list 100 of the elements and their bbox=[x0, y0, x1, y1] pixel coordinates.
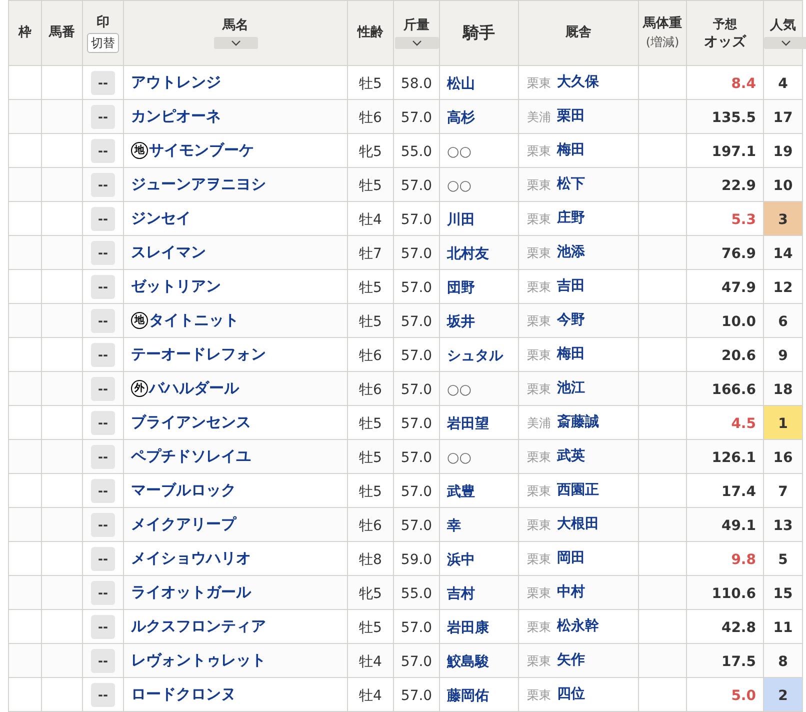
weight-carried: 57.0 bbox=[400, 314, 432, 330]
sex-age: 牡5 bbox=[359, 620, 382, 636]
odds: 166.6 bbox=[712, 382, 756, 398]
weight-carried: 57.0 bbox=[400, 212, 432, 228]
sex-age: 牡5 bbox=[359, 280, 382, 296]
jockey-link[interactable]: 幸 bbox=[447, 518, 461, 534]
trainer-link[interactable]: 栗田 bbox=[557, 106, 585, 127]
trainer-link[interactable]: 岡田 bbox=[557, 548, 585, 569]
trainer-link[interactable]: 梅田 bbox=[557, 140, 585, 161]
header-label: 予想 bbox=[713, 16, 737, 33]
mark-button[interactable]: -- bbox=[91, 172, 115, 196]
toggle-button[interactable]: 切替 bbox=[87, 32, 119, 52]
mark-button[interactable]: -- bbox=[91, 274, 115, 298]
odds: 17.4 bbox=[721, 484, 756, 500]
horse-name-link[interactable]: ジンセイ bbox=[131, 207, 191, 230]
trainer-link[interactable]: 今野 bbox=[557, 310, 585, 331]
odds: 76.9 bbox=[721, 246, 756, 262]
chevron-down-icon bbox=[412, 40, 422, 46]
odds: 4.5 bbox=[731, 416, 756, 432]
sex-age: 牡5 bbox=[359, 416, 382, 432]
sex-age: 牡8 bbox=[359, 552, 382, 568]
origin-badge: 地 bbox=[131, 312, 148, 329]
sex-age: 牡4 bbox=[359, 212, 382, 228]
stable-region: 栗東 bbox=[527, 618, 551, 636]
header-sublabel: (増減) bbox=[646, 34, 680, 51]
sex-age: 牡5 bbox=[359, 484, 382, 500]
trainer-link[interactable]: 矢作 bbox=[557, 650, 585, 671]
weight-carried: 57.0 bbox=[400, 178, 432, 194]
mark-button[interactable]: -- bbox=[91, 308, 115, 332]
mark-button[interactable]: -- bbox=[91, 444, 115, 468]
odds: 5.0 bbox=[731, 688, 756, 704]
popularity-rank: 1 bbox=[778, 416, 788, 432]
jockey-name: ○○ bbox=[447, 144, 472, 160]
stable-region: 栗東 bbox=[527, 346, 551, 364]
jockey-name: ○○ bbox=[447, 450, 472, 466]
stable-region: 美浦 bbox=[527, 414, 551, 432]
popularity-rank: 19 bbox=[773, 144, 793, 160]
header-label: 馬体重 bbox=[643, 15, 682, 33]
weight-carried: 57.0 bbox=[400, 450, 432, 466]
trainer-link[interactable]: 池添 bbox=[557, 242, 585, 263]
odds: 17.5 bbox=[721, 654, 756, 670]
jockey-link[interactable]: 浜中 bbox=[447, 552, 475, 568]
mark-button[interactable]: -- bbox=[91, 648, 115, 672]
jockey-link[interactable]: 川田 bbox=[447, 212, 475, 228]
trainer-link[interactable]: 吉田 bbox=[557, 276, 585, 297]
stable-region: 美浦 bbox=[527, 108, 551, 126]
weight-carried: 57.0 bbox=[400, 348, 432, 364]
odds: 20.6 bbox=[721, 348, 756, 364]
mark-button[interactable]: -- bbox=[91, 478, 115, 502]
stable-region: 栗東 bbox=[527, 652, 551, 670]
trainer-link[interactable]: 松下 bbox=[557, 174, 585, 195]
header-label: 騎手 bbox=[463, 24, 495, 42]
jockey-link[interactable]: 武豊 bbox=[447, 484, 475, 500]
header-label: 人気 bbox=[770, 17, 796, 35]
jockey-link[interactable]: 団野 bbox=[447, 280, 475, 296]
mark-button[interactable]: -- bbox=[91, 512, 115, 536]
mark-button[interactable]: -- bbox=[91, 104, 115, 128]
weight-carried: 57.0 bbox=[400, 518, 432, 534]
mark-button[interactable]: -- bbox=[91, 206, 115, 230]
trainer-link[interactable]: 武英 bbox=[557, 446, 585, 467]
trainer-link[interactable]: 中村 bbox=[557, 582, 585, 603]
mark-button[interactable]: -- bbox=[91, 410, 115, 434]
mark-button[interactable]: -- bbox=[91, 546, 115, 570]
jockey-link[interactable]: 吉村 bbox=[447, 586, 475, 602]
sort-button[interactable] bbox=[214, 37, 258, 49]
sex-age: 牡4 bbox=[359, 688, 382, 704]
sort-button[interactable] bbox=[764, 37, 806, 49]
trainer-link[interactable]: 池江 bbox=[557, 378, 585, 399]
trainer-link[interactable]: 四位 bbox=[557, 684, 585, 705]
jockey-link[interactable]: 坂井 bbox=[447, 314, 475, 330]
mark-button[interactable]: -- bbox=[91, 580, 115, 604]
stable-region: 栗東 bbox=[527, 142, 551, 160]
trainer-link[interactable]: 松永幹 bbox=[557, 616, 599, 637]
trainer-link[interactable]: 庄野 bbox=[557, 208, 585, 229]
jockey-name: ○○ bbox=[447, 382, 472, 398]
mark-button[interactable]: -- bbox=[91, 240, 115, 264]
mark-button[interactable]: -- bbox=[91, 342, 115, 366]
weight-carried: 57.0 bbox=[400, 246, 432, 262]
mark-button[interactable]: -- bbox=[91, 376, 115, 400]
weight-carried: 59.0 bbox=[400, 552, 432, 568]
popularity-rank: 15 bbox=[773, 586, 793, 602]
mark-button[interactable]: -- bbox=[91, 70, 115, 94]
odds: 5.3 bbox=[731, 212, 756, 228]
popularity-rank: 5 bbox=[778, 552, 788, 568]
sort-button[interactable] bbox=[394, 37, 438, 49]
horse-name-link[interactable]: バハルダール bbox=[149, 377, 239, 400]
horse-name-link[interactable]: タイトニット bbox=[149, 309, 239, 332]
trainer-link[interactable]: 斎藤誠 bbox=[557, 412, 599, 433]
chevron-down-icon bbox=[781, 40, 791, 46]
jockey-link[interactable]: 松山 bbox=[447, 76, 475, 92]
trainer-link[interactable]: 大根田 bbox=[557, 514, 599, 535]
mark-button[interactable]: -- bbox=[91, 614, 115, 638]
jockey-link[interactable]: 高杉 bbox=[447, 110, 475, 126]
sex-age: 牡6 bbox=[359, 348, 382, 364]
mark-button[interactable]: -- bbox=[91, 138, 115, 162]
trainer-link[interactable]: 大久保 bbox=[557, 72, 599, 93]
mark-button[interactable]: -- bbox=[91, 682, 115, 706]
horse-name-link[interactable]: サイモンブーケ bbox=[149, 139, 254, 162]
trainer-link[interactable]: 梅田 bbox=[557, 344, 585, 365]
trainer-link[interactable]: 西園正 bbox=[557, 480, 599, 501]
